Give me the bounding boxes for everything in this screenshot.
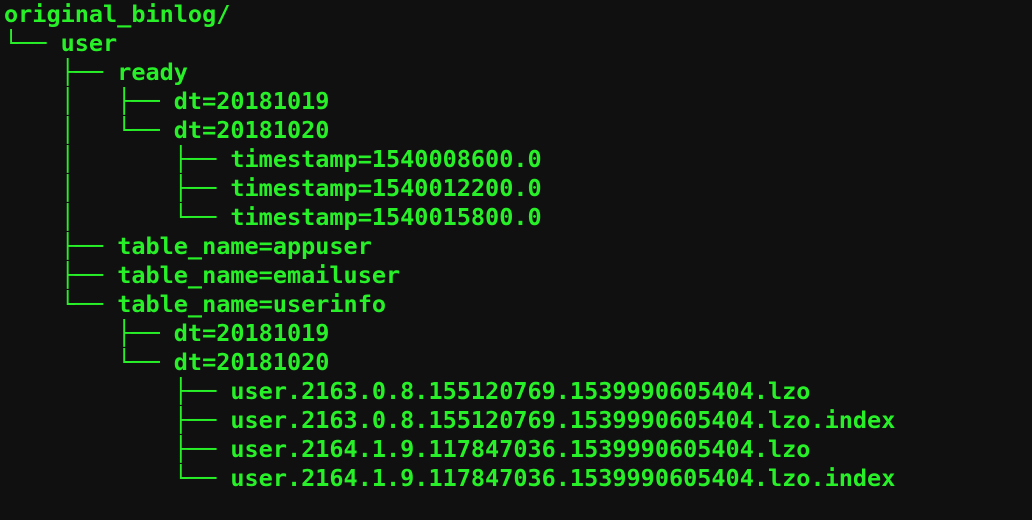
user-dir: user: [61, 29, 118, 57]
date-dir: dt=20181020: [174, 116, 330, 144]
timestamp-entry: timestamp=1540012200.0: [230, 174, 541, 202]
table-dir: table_name=userinfo: [117, 290, 386, 318]
table-dir: table_name=appuser: [117, 232, 372, 260]
ready-dir: ready: [117, 58, 188, 86]
timestamp-entry: timestamp=1540008600.0: [230, 145, 541, 173]
directory-tree: original_binlog/ └── user ├── ready │ ├─…: [0, 0, 1032, 493]
file-entry: user.2164.1.9.117847036.1539990605404.lz…: [230, 435, 810, 463]
file-entry: user.2164.1.9.117847036.1539990605404.lz…: [230, 464, 895, 492]
date-dir: dt=20181020: [174, 348, 330, 376]
file-entry: user.2163.0.8.155120769.1539990605404.lz…: [230, 406, 895, 434]
timestamp-entry: timestamp=1540015800.0: [230, 203, 541, 231]
table-dir: table_name=emailuser: [117, 261, 400, 289]
root-dir: original_binlog/: [4, 0, 230, 28]
date-dir: dt=20181019: [174, 87, 330, 115]
date-dir: dt=20181019: [174, 319, 330, 347]
file-entry: user.2163.0.8.155120769.1539990605404.lz…: [230, 377, 810, 405]
